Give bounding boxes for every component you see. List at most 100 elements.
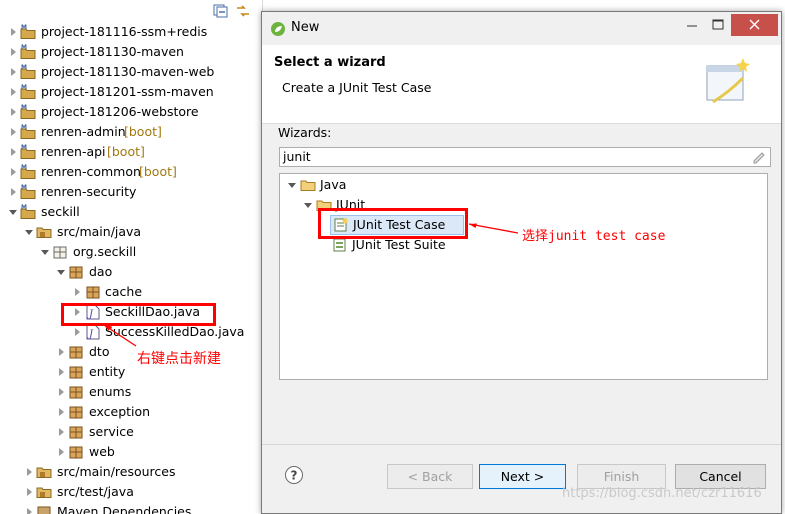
- boot-tag: [boot]: [139, 164, 177, 179]
- project-label: renren-admin: [41, 124, 126, 139]
- project-label: project-181206-webstore: [41, 104, 199, 119]
- package-item[interactable]: dao: [0, 262, 260, 282]
- svg-text:M: M: [21, 204, 27, 211]
- project-item[interactable]: M renren-api [boot]: [0, 142, 260, 162]
- java-interface-icon: J: [85, 324, 101, 340]
- expand-arrow-icon[interactable]: [11, 108, 16, 116]
- svg-text:M: M: [21, 84, 27, 91]
- expand-arrow-icon[interactable]: [59, 408, 64, 416]
- package-icon: [68, 384, 84, 400]
- link-with-editor-icon[interactable]: [235, 4, 251, 18]
- minimize-button[interactable]: [679, 14, 705, 36]
- clear-filter-icon[interactable]: [752, 150, 766, 164]
- project-label: renren-common: [41, 164, 141, 179]
- collapse-all-icon[interactable]: [213, 4, 229, 18]
- expand-arrow-icon[interactable]: [27, 508, 32, 514]
- project-item[interactable]: M renren-admin [boot]: [0, 122, 260, 142]
- package-item[interactable]: service: [0, 422, 260, 442]
- package-item[interactable]: enums: [0, 382, 260, 402]
- source-folder-icon: [36, 484, 52, 500]
- package-icon: [68, 364, 84, 380]
- maven-project-icon: M: [20, 144, 36, 160]
- project-label: project-181116-ssm+redis: [41, 24, 208, 39]
- collapse-arrow-icon[interactable]: [304, 203, 312, 208]
- expand-arrow-icon[interactable]: [59, 428, 64, 436]
- wizards-label: Wizards:: [278, 125, 332, 140]
- expand-arrow-icon[interactable]: [11, 168, 16, 176]
- svg-text:J: J: [87, 329, 94, 340]
- wizard-filter-input[interactable]: junit: [279, 147, 771, 167]
- package-label: enums: [89, 384, 132, 399]
- expand-arrow-icon[interactable]: [59, 388, 64, 396]
- maximize-button[interactable]: [705, 14, 731, 36]
- wizard-header: Select a wizard Create a JUnit Test Case: [262, 45, 781, 124]
- expand-arrow-icon[interactable]: [11, 128, 16, 136]
- expand-arrow-icon[interactable]: [11, 68, 16, 76]
- package-icon: [85, 284, 101, 300]
- package-item[interactable]: web: [0, 442, 260, 462]
- expand-arrow-icon[interactable]: [59, 348, 64, 356]
- package-item[interactable]: entity: [0, 362, 260, 382]
- package-icon: [52, 244, 68, 260]
- collapse-arrow-icon[interactable]: [25, 230, 33, 235]
- expand-arrow-icon[interactable]: [75, 288, 80, 296]
- collapse-arrow-icon[interactable]: [41, 250, 49, 255]
- close-button[interactable]: [731, 14, 778, 36]
- expand-arrow-icon[interactable]: [59, 368, 64, 376]
- dialog-titlebar[interactable]: New: [262, 12, 781, 45]
- project-label: project-181130-maven-web: [41, 64, 215, 79]
- project-item-seckill[interactable]: M seckill: [0, 202, 260, 222]
- expand-arrow-icon[interactable]: [11, 188, 16, 196]
- expand-arrow-icon[interactable]: [11, 28, 16, 36]
- maven-project-icon: M: [20, 24, 36, 40]
- expand-arrow-icon[interactable]: [27, 488, 32, 496]
- source-folder-item[interactable]: src/test/java: [0, 482, 260, 502]
- library-label: Maven Dependencies: [57, 504, 192, 514]
- collapse-arrow-icon[interactable]: [9, 210, 17, 215]
- project-item[interactable]: M project-181130-maven-web: [0, 62, 260, 82]
- source-folder-item[interactable]: src/main/resources: [0, 462, 260, 482]
- project-item[interactable]: M renren-security: [0, 182, 260, 202]
- package-item[interactable]: exception: [0, 402, 260, 422]
- source-folder-label: src/test/java: [57, 484, 134, 499]
- package-item[interactable]: cache: [0, 282, 260, 302]
- back-button[interactable]: < Back: [387, 464, 473, 489]
- project-item[interactable]: M project-181130-maven: [0, 42, 260, 62]
- collapse-arrow-icon[interactable]: [57, 270, 65, 275]
- watermark: https://blog.csdn.net/czr11616: [562, 486, 762, 501]
- boot-tag: [boot]: [124, 124, 162, 139]
- package-label: service: [89, 424, 134, 439]
- maven-project-icon: M: [20, 104, 36, 120]
- svg-text:M: M: [21, 104, 27, 111]
- project-label: renren-security: [41, 184, 137, 199]
- project-item[interactable]: M project-181206-webstore: [0, 102, 260, 122]
- project-item[interactable]: M renren-common [boot]: [0, 162, 260, 182]
- help-button[interactable]: ?: [284, 465, 304, 485]
- expand-arrow-icon[interactable]: [11, 148, 16, 156]
- annotation-arrow-left: [103, 324, 137, 347]
- expand-arrow-icon[interactable]: [59, 448, 64, 456]
- spring-leaf-icon: [270, 21, 286, 37]
- tree-item-java[interactable]: Java: [288, 175, 488, 195]
- expand-arrow-icon[interactable]: [27, 468, 32, 476]
- package-label: cache: [105, 284, 143, 299]
- package-icon: [68, 404, 84, 420]
- package-label: entity: [89, 364, 126, 379]
- package-item[interactable]: org.seckill: [0, 242, 260, 262]
- expand-arrow-icon[interactable]: [11, 48, 16, 56]
- source-folder-item[interactable]: src/main/java: [0, 222, 260, 242]
- project-item[interactable]: M project-181201-ssm-maven: [0, 82, 260, 102]
- expand-arrow-icon[interactable]: [75, 328, 80, 336]
- expand-arrow-icon[interactable]: [11, 88, 16, 96]
- project-item[interactable]: M project-181116-ssm+redis: [0, 22, 260, 42]
- next-button[interactable]: Next >: [479, 464, 566, 489]
- package-icon: [68, 344, 84, 360]
- library-icon: [36, 504, 52, 514]
- maven-project-icon: M: [20, 204, 36, 220]
- library-item[interactable]: Maven Dependencies: [0, 502, 260, 514]
- svg-text:M: M: [21, 144, 27, 151]
- wizard-banner-icon: [703, 52, 753, 110]
- svg-text:?: ?: [291, 469, 298, 483]
- collapse-arrow-icon[interactable]: [288, 183, 296, 188]
- folder-icon: [300, 177, 316, 193]
